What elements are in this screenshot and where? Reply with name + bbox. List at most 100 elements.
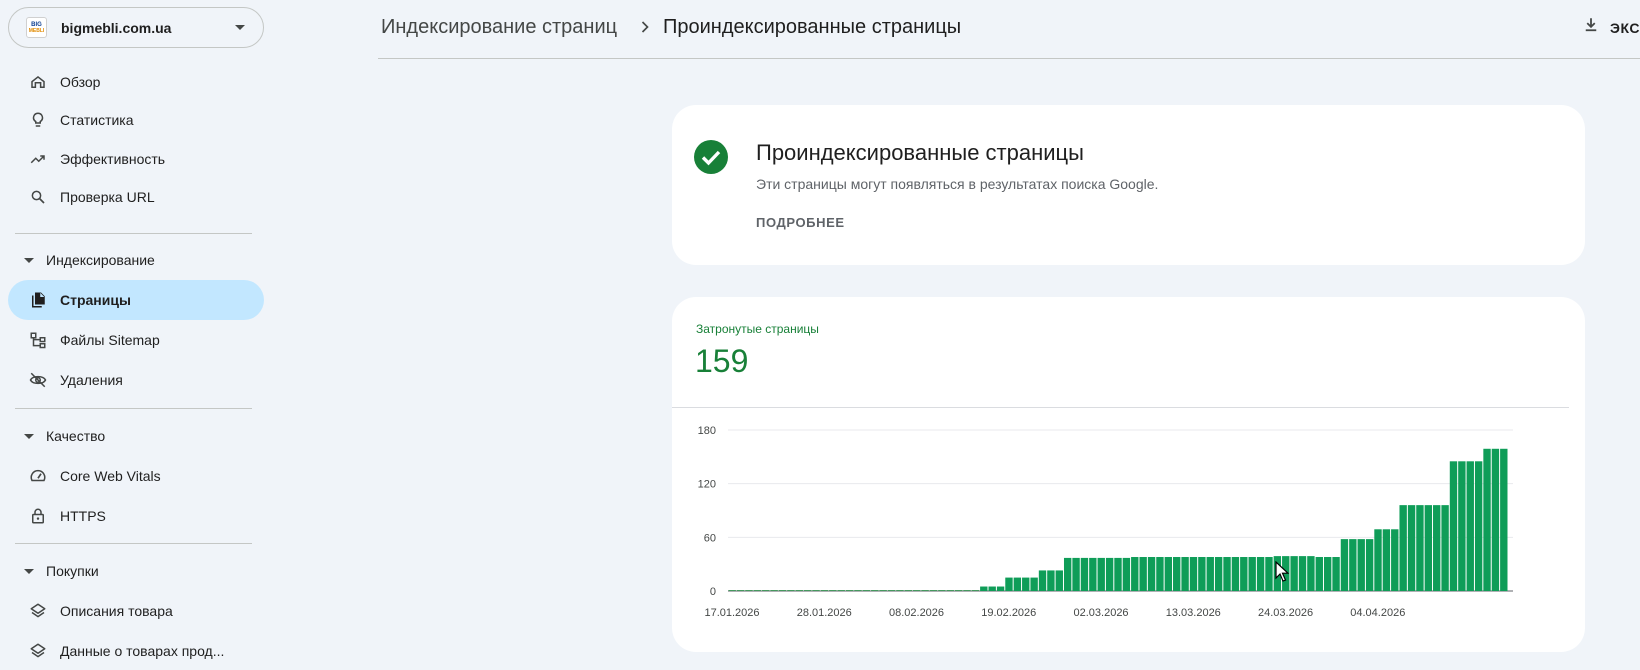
- nav-item-pages[interactable]: Страницы: [8, 280, 264, 320]
- bar: [845, 590, 854, 591]
- nav-label: Обзор: [60, 74, 101, 90]
- bar: [980, 586, 988, 591]
- bar: [1156, 557, 1164, 591]
- nav-item-overview[interactable]: Обзор: [8, 62, 264, 102]
- sidebar: BIG MEBLI bigmebli.com.ua Обзор Статисти…: [0, 0, 264, 670]
- bar: [896, 590, 904, 591]
- bar: [745, 590, 753, 591]
- bar: [938, 590, 946, 591]
- nav-item-removals[interactable]: Удаления: [8, 360, 264, 400]
- bar: [1323, 557, 1332, 591]
- nav-label: HTTPS: [60, 508, 106, 524]
- caret-down-icon: [24, 568, 34, 574]
- x-tick-label: 17.01.2026: [704, 607, 759, 619]
- nav-item-statistics[interactable]: Статистика: [8, 100, 264, 140]
- nav-item-core-web-vitals[interactable]: Core Web Vitals: [8, 456, 264, 496]
- bar: [1105, 557, 1114, 591]
- x-tick-label: 08.02.2026: [889, 607, 944, 619]
- bar: [1458, 461, 1466, 591]
- status-title: Проиндексированные страницы: [756, 140, 1084, 165]
- lock-icon: [28, 506, 48, 526]
- nav-item-performance[interactable]: Эффективность: [8, 139, 264, 179]
- section-indexing[interactable]: Индексирование: [24, 245, 155, 275]
- bar: [904, 590, 913, 591]
- check-circle-icon: [694, 140, 728, 174]
- bar: [1080, 557, 1089, 591]
- bar: [1214, 557, 1223, 591]
- page-header: Индексирование страниц Проиндексированны…: [378, 0, 1640, 58]
- nav-label: Проверка URL: [60, 189, 155, 205]
- trending-up-icon: [28, 149, 48, 169]
- layers-icon: [28, 641, 48, 661]
- bar: [1391, 529, 1399, 591]
- bar: [1164, 557, 1173, 591]
- download-icon: [1582, 15, 1600, 40]
- metric-divider: [672, 407, 1569, 408]
- chevron-down-icon: [235, 25, 245, 30]
- bar: [862, 590, 871, 591]
- bar: [1189, 557, 1198, 591]
- nav-item-url-inspection[interactable]: Проверка URL: [8, 177, 264, 217]
- sidebar-divider: [15, 233, 252, 234]
- bar: [1089, 557, 1097, 591]
- bar: [887, 590, 896, 591]
- bar: [1047, 570, 1055, 591]
- bar: [929, 590, 938, 591]
- bar: [946, 590, 954, 591]
- bar: [1005, 577, 1013, 591]
- indexed-pages-chart[interactable]: 0 60 120 180 17.01.2026 28.01.2026 08.02.2026 1…: [672, 409, 1585, 629]
- breadcrumb-parent[interactable]: Индексирование страниц: [381, 16, 617, 39]
- section-shopping[interactable]: Покупки: [24, 556, 99, 586]
- bar: [1382, 529, 1391, 591]
- learn-more-link[interactable]: ПОДРОБНЕЕ: [756, 215, 845, 230]
- bar: [812, 590, 820, 591]
- bar: [1365, 539, 1374, 591]
- visibility-off-icon: [28, 370, 48, 390]
- bar: [1022, 577, 1030, 591]
- bar: [787, 590, 795, 591]
- property-selector[interactable]: BIG MEBLI bigmebli.com.ua: [8, 7, 264, 48]
- caret-down-icon: [24, 433, 34, 439]
- bar: [963, 590, 971, 591]
- nav-label: Данные о товарах прод...: [60, 643, 225, 659]
- property-logo: BIG MEBLI: [26, 17, 47, 38]
- nav-label: Файлы Sitemap: [60, 332, 160, 348]
- bar: [1181, 557, 1189, 591]
- bar: [762, 590, 770, 591]
- bar: [1424, 505, 1433, 591]
- bar: [971, 590, 980, 591]
- nav-item-merchant-listings[interactable]: Данные о товарах прод...: [8, 631, 264, 670]
- nav-item-sitemaps[interactable]: Файлы Sitemap: [8, 320, 264, 360]
- bar: [1474, 461, 1483, 591]
- bar: [1315, 557, 1323, 591]
- nav-label: Страницы: [60, 292, 131, 308]
- export-button[interactable]: ЭКС: [1582, 15, 1640, 40]
- page-title: Проиндексированные страницы: [663, 16, 962, 38]
- bar: [954, 590, 963, 591]
- nav-item-product-snippets[interactable]: Описания товара: [8, 591, 264, 631]
- bar: [1332, 557, 1340, 591]
- bar: [1357, 539, 1365, 591]
- chevron-right-icon: [635, 17, 655, 37]
- caret-down-icon: [24, 257, 34, 263]
- metric-label: Затронутые страницы: [696, 322, 819, 336]
- sidebar-divider: [15, 408, 252, 409]
- y-tick-label: 180: [698, 425, 716, 437]
- y-tick-label: 120: [698, 479, 716, 491]
- bar: [1139, 557, 1147, 591]
- bar: [1500, 448, 1508, 591]
- chart-card: Затронутые страницы 159 0 60 120 180 17.01.2…: [672, 297, 1585, 652]
- y-tick-label: 0: [710, 586, 716, 598]
- bar: [1097, 557, 1105, 591]
- nav-item-https[interactable]: HTTPS: [8, 496, 264, 536]
- bar: [1290, 556, 1298, 591]
- y-tick-label: 60: [704, 532, 716, 544]
- section-quality[interactable]: Качество: [24, 421, 105, 451]
- section-label: Качество: [46, 428, 106, 444]
- x-tick-label: 04.04.2026: [1350, 607, 1405, 619]
- x-tick-label: 19.02.2026: [981, 607, 1036, 619]
- status-card: Проиндексированные страницы Эти страницы…: [672, 105, 1585, 265]
- bar: [1483, 448, 1491, 591]
- bar: [1307, 556, 1315, 591]
- lightbulb-icon: [28, 110, 48, 130]
